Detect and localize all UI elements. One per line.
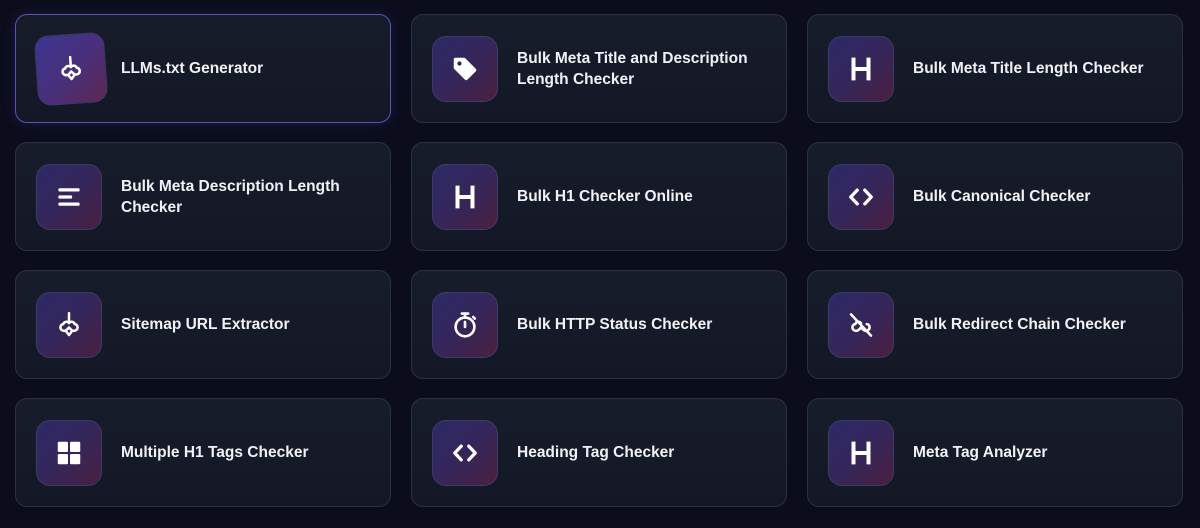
grid-icon [36,419,102,486]
lines-icon [36,163,102,230]
tool-label: Multiple H1 Tags Checker [121,444,309,461]
tool-card-bulk-http-status-checker[interactable]: Bulk HTTP Status Checker [411,270,787,379]
tool-card-bulk-h1-checker[interactable]: Bulk H1 Checker Online [411,142,787,251]
tool-card-sitemap-url-extractor[interactable]: Sitemap URL Extractor [15,270,391,379]
tool-label: Meta Tag Analyzer [913,444,1048,461]
tool-card-heading-tag-checker[interactable]: Heading Tag Checker [411,398,787,507]
tool-label: Sitemap URL Extractor [121,316,290,333]
tool-label: Bulk Meta Title and Description Length C… [517,49,748,88]
tool-card-bulk-meta-description-length-checker[interactable]: Bulk Meta Description Length Checker [15,142,391,251]
tool-card-bulk-meta-title-description-checker[interactable]: Bulk Meta Title and Description Length C… [411,14,787,123]
tool-card-bulk-canonical-checker[interactable]: Bulk Canonical Checker [807,142,1183,251]
tool-label: Bulk H1 Checker Online [517,188,693,205]
tools-grid: LLMs.txt Generator Bulk Meta Title and D… [15,14,1185,507]
tag-icon [432,35,498,102]
heading-icon [828,419,894,486]
tool-label: Bulk Meta Description Length Checker [121,177,340,216]
tool-card-bulk-redirect-chain-checker[interactable]: Bulk Redirect Chain Checker [807,270,1183,379]
tool-label: Heading Tag Checker [517,444,675,461]
tool-label: Bulk Canonical Checker [913,188,1091,205]
tool-card-multiple-h1-tags-checker[interactable]: Multiple H1 Tags Checker [15,398,391,507]
code-brackets-icon [432,419,498,486]
cloud-hook-icon [33,31,109,106]
tool-label: LLMs.txt Generator [121,60,264,77]
tool-card-llms-txt-generator[interactable]: LLMs.txt Generator [15,14,391,123]
tool-label: Bulk HTTP Status Checker [517,316,713,333]
heading-icon [828,35,894,102]
cloud-slash-icon [828,291,894,358]
tool-label: Bulk Redirect Chain Checker [913,316,1126,333]
code-brackets-icon [828,163,894,230]
tool-card-meta-tag-analyzer[interactable]: Meta Tag Analyzer [807,398,1183,507]
stopwatch-icon [432,291,498,358]
tool-label: Bulk Meta Title Length Checker [913,60,1144,77]
cloud-hook-icon [36,291,102,358]
heading-icon [432,163,498,230]
tool-card-bulk-meta-title-length-checker[interactable]: Bulk Meta Title Length Checker [807,14,1183,123]
